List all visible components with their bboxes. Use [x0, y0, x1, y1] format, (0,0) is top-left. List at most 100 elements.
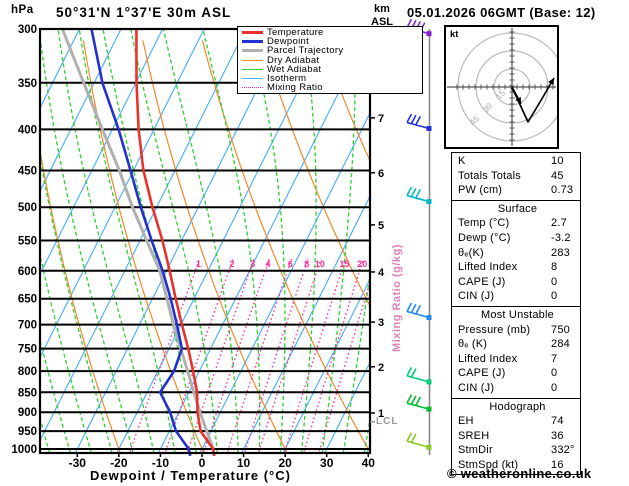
panel-row-label: Dewp (°C): [458, 231, 511, 244]
panel-row-label: EH: [458, 415, 474, 428]
panel-row: Totals Totals 45: [458, 169, 577, 184]
hodograph-ring-label: 45: [467, 113, 481, 127]
hodograph: 153045: [444, 25, 559, 149]
panel-row-value: 750: [551, 323, 570, 336]
panel-row-value: 0: [551, 290, 558, 303]
panel-section: K 10 Totals Totals 45 PW (cm) 0.73: [452, 153, 580, 200]
panel-row-label: PW (cm): [458, 184, 503, 197]
panel-row-label: CIN (J): [458, 290, 495, 303]
panel-row-label: Totals Totals: [458, 169, 521, 182]
pressure-tick-label: 900: [18, 407, 37, 419]
panel-row: SREH 36: [458, 429, 577, 444]
panel-row-value: 283: [551, 246, 570, 259]
wind-barb: [406, 302, 432, 321]
temp-tick-label: 30: [320, 456, 334, 470]
panel-row-value: 0: [551, 367, 558, 380]
legend-swatch: [242, 87, 263, 89]
panel-row-value: 284: [551, 338, 570, 351]
altitude-axis-unit-km: km: [374, 3, 390, 15]
wind-barb: [406, 113, 432, 131]
panel-row-label: θₑ (K): [458, 338, 488, 351]
legend-swatch: [242, 78, 263, 80]
wet-adiabat-line: [130, 29, 218, 453]
hodograph-ring-label: 15: [493, 87, 507, 101]
mixing-ratio-line: [302, 258, 364, 453]
panel-section-most-unstable: Most Unstable Pressure (mb) 750 θₑ (K) 284 Li…: [452, 305, 580, 398]
pressure-tick-label: 850: [18, 387, 37, 399]
lcl-label: LCL: [376, 416, 399, 427]
pressure-tick-label: 550: [18, 235, 37, 247]
legend-swatch: [242, 31, 263, 35]
panel-section-hodograph: Hodograph EH 74 SREH 36 StmDir 332° StmSpd (kt)…: [452, 397, 580, 475]
mixing-ratio-value-label: 1: [196, 259, 201, 269]
pressure-tick-label: 950: [18, 426, 37, 438]
pressure-tick-label: 350: [18, 78, 37, 90]
panel-row-label: Lifted Index: [458, 352, 518, 365]
panel-row: Temp (°C) 2.7: [458, 216, 577, 231]
mixing-ratio-value-label: 8: [304, 259, 309, 269]
dry-adiabat-line: [40, 147, 121, 453]
panel-row: K 10: [458, 154, 577, 169]
skewt-weather-chart: 1 2 3 4 6 8 10 15 20 25 300 350 400 450 500 550 600 650 70…: [0, 0, 629, 486]
panel-row-label: SREH: [458, 429, 490, 442]
legend-item-mixing-ratio: Mixing Ratio: [242, 83, 422, 92]
wet-adiabat-line: [162, 29, 239, 453]
mixing-ratio-value-label: 3: [250, 259, 255, 269]
panel-row: Pressure (mb) 750: [458, 323, 577, 338]
temp-tick-label: 40: [362, 456, 376, 470]
legend-swatch: [242, 40, 263, 44]
panel-row: CAPE (J) 0: [458, 275, 577, 290]
panel-section-surface: Surface Temp (°C) 2.7 Dewp (°C) -3.2 θₑ(K) 283…: [452, 199, 580, 306]
station-title: 50°31'N 1°37'E 30m ASL: [56, 5, 232, 20]
altitude-tick-label: 4: [378, 267, 385, 279]
mixing-ratio-value-label: 6: [288, 259, 293, 269]
wet-adiabat-line: [0, 29, 10, 459]
panel-row-value: 45: [551, 169, 564, 182]
panel-row: CIN (J) 0: [458, 381, 577, 396]
dry-adiabat-line: [619, 40, 629, 459]
indices-panel: K 10 Totals Totals 45 PW (cm) 0.73 Surface Temp…: [451, 152, 581, 476]
mixing-ratio-value-label: 15: [339, 259, 349, 269]
panel-row: Lifted Index 8: [458, 260, 577, 275]
panel-row: CAPE (J) 0: [458, 366, 577, 381]
panel-row: EH 74: [458, 414, 577, 429]
pressure-axis-unit: hPa: [11, 4, 34, 16]
x-axis-label: Dewpoint / Temperature (°C): [90, 468, 291, 483]
hodograph-unit-label: kt: [450, 29, 459, 40]
panel-row-value: 7: [551, 352, 558, 365]
run-datetime: 05.01.2026 06GMT (Base: 12): [407, 5, 596, 20]
mixing-ratio-value-label: 10: [315, 259, 325, 269]
pressure-tick-label: 1000: [11, 444, 37, 456]
altitude-tick-label: 6: [378, 168, 384, 180]
wind-barb: [406, 367, 432, 385]
panel-row: Lifted Index 7: [458, 352, 577, 367]
legend-swatch: [242, 59, 263, 61]
pressure-tick-label: 600: [18, 266, 37, 278]
panel-row-label: CAPE (J): [458, 367, 506, 380]
mixing-ratio-line: [283, 258, 346, 453]
pressure-tick-label: 300: [18, 24, 37, 36]
panel-row: θₑ (K) 284: [458, 337, 577, 352]
altitude-tick-label: 7: [378, 113, 384, 125]
panel-section-title: Most Unstable: [481, 308, 554, 321]
panel-row-label: CIN (J): [458, 381, 495, 394]
panel-row-value: 0: [551, 381, 558, 394]
panel-row-value: 8: [551, 261, 558, 274]
altitude-tick-label: 2: [378, 362, 384, 374]
legend-swatch: [242, 68, 263, 70]
panel-section-title: Hodograph: [489, 400, 546, 413]
wind-barb: [406, 394, 432, 412]
panel-row: StmDir 332°: [458, 443, 577, 458]
panel-row-label: K: [458, 155, 466, 167]
panel-row-value: 332°: [551, 444, 575, 457]
panel-row-value: 10: [551, 155, 564, 167]
panel-row-value: 74: [551, 415, 564, 428]
panel-row-value: 0.73: [551, 184, 574, 197]
panel-row-label: Lifted Index: [458, 261, 518, 274]
altitude-tick-label: 5: [378, 220, 384, 232]
panel-row: PW (cm) 0.73: [458, 183, 577, 198]
hodograph-ring-label: 30: [480, 100, 494, 114]
panel-row-label: θₑ(K): [458, 246, 484, 259]
credit-watermark: © weatheronline.co.uk: [447, 466, 592, 481]
panel-row: θₑ(K) 283: [458, 246, 577, 261]
